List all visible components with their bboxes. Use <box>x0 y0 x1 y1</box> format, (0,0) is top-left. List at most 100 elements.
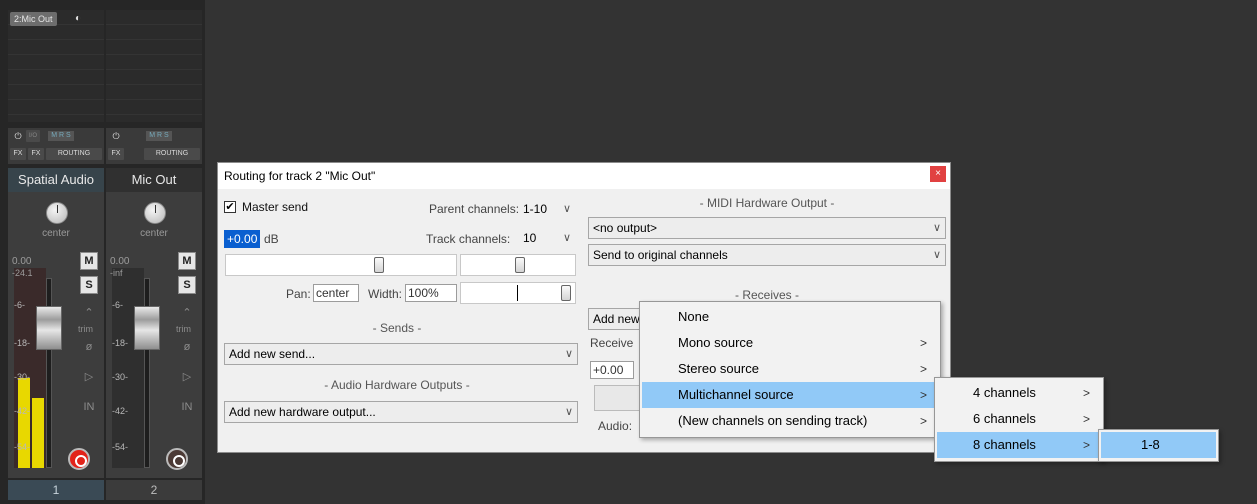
record-arm-button[interactable] <box>68 448 90 470</box>
pan-label: center <box>140 228 168 239</box>
pan-knob[interactable] <box>144 202 166 224</box>
fader-section: -6- -18- -30- -42- -54- 0.00 -24.1 M S ⌃… <box>8 248 104 478</box>
width-label: Width: <box>368 287 403 301</box>
mute-button[interactable]: M <box>80 252 98 270</box>
pan-knob[interactable] <box>46 202 68 224</box>
meter-tick: -30- <box>112 372 129 382</box>
fx-button[interactable]: FX <box>10 148 26 160</box>
peak-readout: -inf <box>110 268 123 278</box>
input-monitor-icon[interactable]: IN <box>80 398 98 428</box>
menu-item-stereo-source[interactable]: Stereo source > <box>642 356 938 382</box>
pan-section: center <box>8 192 104 248</box>
automation-icon[interactable]: ⌃ <box>178 304 196 322</box>
midi-output-label: <no output> <box>593 221 658 235</box>
dialog-title: Routing for track 2 "Mic Out" <box>224 169 376 183</box>
track-number[interactable]: 1 <box>8 480 104 500</box>
add-receive-label: Add new <box>593 312 640 326</box>
io-button[interactable]: I/O <box>26 130 40 142</box>
fx-slots[interactable] <box>106 10 202 122</box>
track-name[interactable]: Mic Out <box>106 168 202 192</box>
parent-channels-select[interactable]: 1-10 ∨ <box>518 198 576 220</box>
phase-icon[interactable]: ◐ <box>70 12 86 26</box>
width-slider[interactable] <box>460 282 576 304</box>
close-icon[interactable]: × <box>930 166 946 182</box>
parent-channels-value: 1-10 <box>523 202 548 216</box>
pan-input[interactable]: center <box>313 284 359 302</box>
menu-item-8-channels[interactable]: 8 channels > <box>937 432 1101 458</box>
width-input[interactable]: 100% <box>405 284 457 302</box>
level-meter: -6- -18- -30- -42- -54- <box>14 268 46 468</box>
power-icon[interactable]: ⏻ <box>12 130 24 142</box>
add-hw-output-label: Add new hardware output... <box>229 405 376 419</box>
receive-volume-input[interactable]: +0.00 <box>590 361 634 379</box>
volume-unit: dB <box>264 232 279 246</box>
midi-output-select[interactable]: <no output> ∨ <box>588 217 946 239</box>
volume-input[interactable]: +0.00 <box>224 230 260 248</box>
chevron-down-icon: ∨ <box>564 406 573 418</box>
track-number[interactable]: 2 <box>106 480 202 500</box>
width-slider-thumb[interactable] <box>561 285 571 301</box>
pan-slider-thumb[interactable] <box>515 257 525 273</box>
pan-label: Pan: <box>286 287 311 301</box>
receive-label: Receive <box>590 336 634 350</box>
meter-tick: -18- <box>14 338 31 348</box>
receives-section-title: - Receives - <box>734 288 799 302</box>
fx-bypass-icon[interactable]: ▷ <box>178 368 196 386</box>
menu-item-6-channels[interactable]: 6 channels > <box>937 406 1101 432</box>
chevron-right-icon: > <box>920 414 928 428</box>
strip-button-row: ⏻ I/O M R S FX FX ROUTING <box>8 128 104 164</box>
menu-item-mono-source[interactable]: Mono source > <box>642 330 938 356</box>
volume-fader[interactable] <box>36 306 62 350</box>
fx-bypass-icon[interactable]: ▷ <box>80 368 98 386</box>
track-channels-select[interactable]: 10 ∨ <box>518 227 576 249</box>
record-arm-button[interactable] <box>166 448 188 470</box>
phase-invert-icon[interactable]: ø <box>178 338 196 356</box>
mute-button[interactable]: M <box>178 252 196 270</box>
meter-tick: -42- <box>14 406 31 416</box>
menu-item-multichannel-source[interactable]: Multichannel source > <box>642 382 938 408</box>
track-tab[interactable]: 2:Mic Out <box>10 12 57 26</box>
menu-item-none[interactable]: None <box>642 304 938 330</box>
solo-button[interactable]: S <box>178 276 196 294</box>
pan-section: center <box>106 192 202 248</box>
volume-fader[interactable] <box>134 306 160 350</box>
input-monitor-icon[interactable]: IN <box>178 398 196 428</box>
fx-slots[interactable]: 2:Mic Out ◐ <box>8 10 104 122</box>
meter-tick: -6- <box>112 300 123 310</box>
routing-button[interactable]: ROUTING <box>46 148 102 160</box>
chevron-down-icon: ∨ <box>562 203 571 215</box>
meter-fill-left <box>18 378 30 468</box>
routing-button[interactable]: ROUTING <box>144 148 200 160</box>
add-send-select[interactable]: Add new send... ∨ <box>224 343 578 365</box>
trim-label: trim <box>78 324 93 334</box>
chevron-down-icon: ∨ <box>932 222 941 234</box>
chevron-right-icon: > <box>920 388 928 402</box>
peak-readout: -24.1 <box>12 268 33 278</box>
fx-button-2[interactable]: FX <box>28 148 44 160</box>
menu-item-new-channels[interactable]: (New channels on sending track) > <box>642 408 938 434</box>
power-icon[interactable]: ⏻ <box>110 130 122 142</box>
volume-slider[interactable] <box>225 254 457 276</box>
midi-hw-section-title: - MIDI Hardware Output - <box>699 196 835 210</box>
phase-invert-icon[interactable]: ø <box>80 338 98 356</box>
mrs-indicator[interactable]: M R S <box>48 131 74 141</box>
add-hw-output-select[interactable]: Add new hardware output... ∨ <box>224 401 578 423</box>
pan-slider[interactable] <box>460 254 576 276</box>
chevron-right-icon: > <box>1083 412 1091 426</box>
solo-button[interactable]: S <box>80 276 98 294</box>
parent-channels-label: Parent channels: <box>429 202 520 216</box>
menu-item-4-channels[interactable]: 4 channels > <box>937 380 1101 406</box>
master-send-checkbox[interactable]: ✔ <box>224 201 236 213</box>
menu-item-1-8[interactable]: 1-8 <box>1101 432 1216 458</box>
sends-section-title: - Sends - <box>372 321 422 335</box>
mrs-indicator[interactable]: M R S <box>146 131 172 141</box>
chevron-down-icon: ∨ <box>562 232 571 244</box>
automation-icon[interactable]: ⌃ <box>80 304 98 322</box>
midi-channels-select[interactable]: Send to original channels ∨ <box>588 244 946 266</box>
meter-tick: -30- <box>14 372 31 382</box>
track-name[interactable]: Spatial Audio <box>8 168 104 192</box>
volume-slider-thumb[interactable] <box>374 257 384 273</box>
chevron-right-icon: > <box>920 362 928 376</box>
fx-button[interactable]: FX <box>108 148 124 160</box>
dialog-titlebar[interactable]: Routing for track 2 "Mic Out" × <box>218 163 950 189</box>
